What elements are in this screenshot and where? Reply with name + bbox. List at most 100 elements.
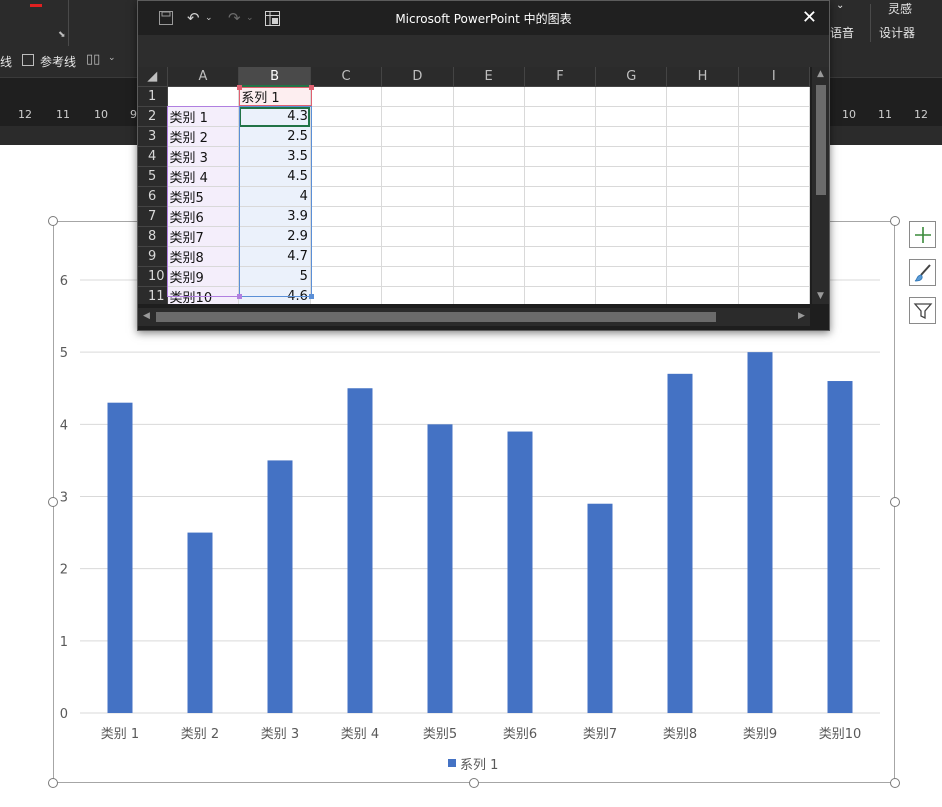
row-header[interactable]: 5 xyxy=(138,166,168,187)
cell-empty[interactable] xyxy=(595,226,668,247)
cell-empty[interactable] xyxy=(453,126,525,147)
cell-empty[interactable] xyxy=(524,226,597,247)
cell-empty[interactable] xyxy=(310,266,383,287)
cell-empty[interactable] xyxy=(666,246,739,267)
bar[interactable] xyxy=(667,373,693,713)
cell-empty[interactable] xyxy=(453,246,525,267)
cell-empty[interactable] xyxy=(524,206,597,227)
cell-empty[interactable] xyxy=(310,226,383,247)
column-header-i[interactable]: I xyxy=(738,67,810,87)
spreadsheet-grid[interactable]: ◢ A B C D E F G H I 1 系列 1 2 类别 1 4.3 3 类别 2 2.… xyxy=(138,67,810,304)
cell-empty[interactable] xyxy=(310,106,383,127)
sheet-row[interactable]: 6 类别5 4 xyxy=(138,186,810,207)
cell-empty[interactable] xyxy=(381,146,454,167)
cell-b[interactable]: 2.5 xyxy=(238,126,311,147)
cell-b[interactable]: 4.3 xyxy=(238,106,311,127)
cell-a[interactable]: 类别 3 xyxy=(167,146,240,167)
cell-empty[interactable] xyxy=(595,186,668,207)
scroll-thumb[interactable] xyxy=(816,85,826,195)
cell-a[interactable]: 类别 4 xyxy=(167,166,240,187)
range-handle[interactable] xyxy=(237,294,242,299)
cell-empty[interactable] xyxy=(381,286,454,304)
cell-empty[interactable] xyxy=(738,186,810,207)
bar[interactable] xyxy=(587,503,613,713)
cell-empty[interactable] xyxy=(524,266,597,287)
cell-empty[interactable] xyxy=(666,226,739,247)
cell-empty[interactable] xyxy=(381,266,454,287)
cell-empty[interactable] xyxy=(595,86,668,107)
cell-empty[interactable] xyxy=(381,86,454,107)
chart-data-window[interactable]: ↶ ⌄ ↷ ⌄ Microsoft PowerPoint 中的图表 ✕ ◢ A … xyxy=(137,0,830,331)
cell-empty[interactable] xyxy=(381,206,454,227)
horizontal-scrollbar[interactable]: ◀ ▶ xyxy=(138,308,810,326)
cell-empty[interactable] xyxy=(310,146,383,167)
cell-b[interactable]: 2.9 xyxy=(238,226,311,247)
cell-empty[interactable] xyxy=(595,246,668,267)
cell-b[interactable]: 4.7 xyxy=(238,246,311,267)
cell-empty[interactable] xyxy=(595,266,668,287)
bar[interactable] xyxy=(507,431,533,713)
column-header-b[interactable]: B xyxy=(238,67,311,87)
row-header[interactable]: 2 xyxy=(138,106,168,127)
sheet-row[interactable]: 2 类别 1 4.3 xyxy=(138,106,810,127)
cell-empty[interactable] xyxy=(453,86,525,107)
cell-empty[interactable] xyxy=(595,126,668,147)
cell-empty[interactable] xyxy=(738,106,810,127)
scroll-up-icon[interactable]: ▲ xyxy=(817,69,824,79)
cell-empty[interactable] xyxy=(453,146,525,167)
cell-empty[interactable] xyxy=(738,86,810,107)
cell-empty[interactable] xyxy=(524,106,597,127)
cell-b[interactable]: 3.9 xyxy=(238,206,311,227)
spreadsheet-body[interactable]: 1 系列 1 2 类别 1 4.3 3 类别 2 2.5 4 类别 3 3.5 5 类别 4 4.5 6 类别… xyxy=(138,86,810,304)
sheet-row[interactable]: 7 类别6 3.9 xyxy=(138,206,810,227)
cell-empty[interactable] xyxy=(666,206,739,227)
bar[interactable] xyxy=(267,460,293,713)
range-handle[interactable] xyxy=(309,294,314,299)
cell-empty[interactable] xyxy=(666,106,739,127)
vertical-scrollbar[interactable]: ▲ ▼ xyxy=(812,67,829,304)
cell-a[interactable] xyxy=(167,86,240,107)
row-header[interactable]: 10 xyxy=(138,266,168,287)
cell-empty[interactable] xyxy=(453,286,525,304)
bar[interactable] xyxy=(347,388,373,713)
cell-empty[interactable] xyxy=(595,166,668,187)
cell-empty[interactable] xyxy=(738,166,810,187)
cell-empty[interactable] xyxy=(738,286,810,304)
cell-empty[interactable] xyxy=(738,126,810,147)
cell-empty[interactable] xyxy=(524,286,597,304)
cell-empty[interactable] xyxy=(595,106,668,127)
cell-a[interactable]: 类别 1 xyxy=(167,106,240,127)
cell-empty[interactable] xyxy=(453,266,525,287)
cell-empty[interactable] xyxy=(738,206,810,227)
cell-empty[interactable] xyxy=(666,126,739,147)
cell-empty[interactable] xyxy=(666,166,739,187)
cell-empty[interactable] xyxy=(524,146,597,167)
cell-empty[interactable] xyxy=(310,186,383,207)
cell-empty[interactable] xyxy=(453,166,525,187)
sheet-row[interactable]: 9 类别8 4.7 xyxy=(138,246,810,267)
cell-empty[interactable] xyxy=(453,206,525,227)
cell-b[interactable]: 4.6 xyxy=(238,286,311,304)
cell-empty[interactable] xyxy=(524,126,597,147)
row-header[interactable]: 8 xyxy=(138,226,168,247)
cell-empty[interactable] xyxy=(666,86,739,107)
row-header[interactable]: 1 xyxy=(138,86,168,107)
cell-empty[interactable] xyxy=(381,246,454,267)
chart-styles-button[interactable] xyxy=(909,259,936,286)
cell-a[interactable]: 类别7 xyxy=(167,226,240,247)
bar[interactable] xyxy=(187,532,213,713)
cell-empty[interactable] xyxy=(453,226,525,247)
row-header[interactable]: 7 xyxy=(138,206,168,227)
cell-empty[interactable] xyxy=(381,186,454,207)
sheet-row[interactable]: 10 类别9 5 xyxy=(138,266,810,287)
cell-empty[interactable] xyxy=(381,166,454,187)
chart-legend[interactable]: 系列 1 xyxy=(448,758,498,773)
cell-empty[interactable] xyxy=(310,166,383,187)
scroll-down-icon[interactable]: ▼ xyxy=(817,291,824,301)
cell-empty[interactable] xyxy=(310,286,383,304)
column-header-f[interactable]: F xyxy=(524,67,597,87)
cell-a[interactable]: 类别9 xyxy=(167,266,240,287)
bar[interactable] xyxy=(827,381,853,713)
range-handle[interactable] xyxy=(237,85,242,90)
cell-empty[interactable] xyxy=(381,106,454,127)
